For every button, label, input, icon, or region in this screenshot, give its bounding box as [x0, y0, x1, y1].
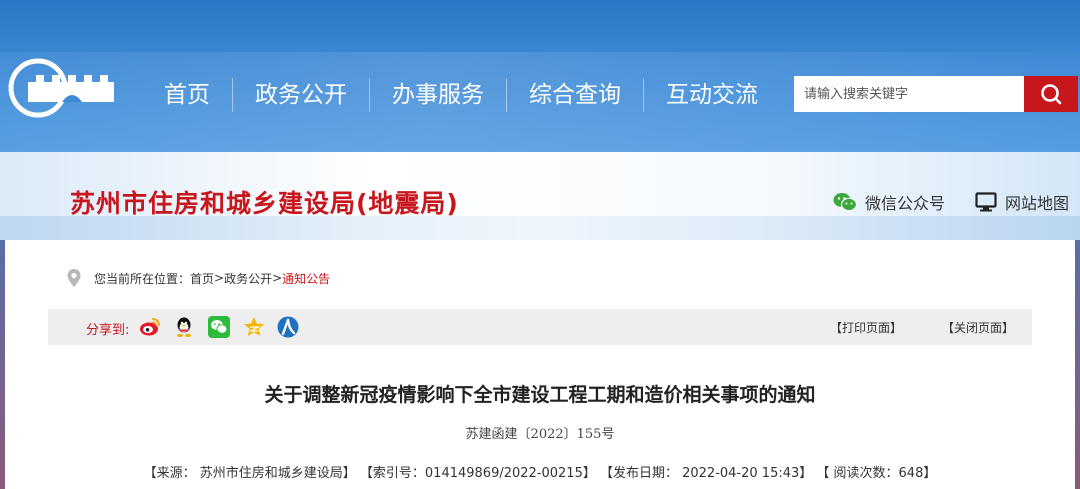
- article-title: 关于调整新冠疫情影响下全市建设工程工期和造价相关事项的通知: [264, 384, 816, 406]
- sitemap-link[interactable]: 网站地图: [975, 190, 1069, 214]
- breadcrumb-prefix: 您当前所在位置：: [94, 271, 191, 286]
- site-title: 苏州市住房和城乡建设局(地震局): [70, 189, 459, 218]
- breadcrumb-separator: >: [214, 271, 225, 285]
- sitemap-label: 网站地图: [1005, 194, 1070, 213]
- wechat-share-icon[interactable]: [208, 316, 230, 338]
- breadcrumb-current[interactable]: 通知公告: [282, 270, 330, 287]
- qzone-icon[interactable]: [243, 316, 265, 338]
- close-page-button[interactable]: 【关闭页面】: [942, 319, 1014, 336]
- renren-icon[interactable]: [277, 316, 299, 338]
- right-background-strip: [1075, 240, 1080, 489]
- article-meta: 【来源： 苏州市住房和城乡建设局】 【索引号：014149869/2022-00…: [143, 466, 937, 481]
- nav-services[interactable]: 办事服务: [370, 78, 507, 112]
- document-number: 苏建函建〔2022〕155号: [465, 427, 615, 442]
- wechat-account-label: 微信公众号: [865, 194, 946, 213]
- share-label: 分享到:: [86, 323, 130, 338]
- nav-home[interactable]: 首页: [142, 78, 233, 112]
- nav-interaction[interactable]: 互动交流: [644, 78, 780, 112]
- main-nav: 首页 政务公开 办事服务 综合查询 互动交流: [142, 78, 780, 112]
- search-input[interactable]: [794, 76, 1024, 112]
- print-page-button[interactable]: 【打印页面】: [830, 319, 902, 336]
- wechat-account-link[interactable]: 微信公众号: [833, 190, 945, 214]
- nav-query[interactable]: 综合查询: [507, 78, 644, 112]
- location-pin-icon: [67, 269, 81, 287]
- search-icon: [1041, 84, 1062, 105]
- search-bar: [794, 76, 1078, 112]
- weibo-icon[interactable]: [139, 316, 161, 338]
- search-button[interactable]: [1024, 76, 1078, 112]
- site-logo[interactable]: [6, 58, 122, 118]
- qq-icon[interactable]: [173, 316, 195, 338]
- breadcrumb-separator: >: [272, 271, 283, 285]
- wechat-icon: [833, 193, 857, 212]
- monitor-icon: [975, 192, 997, 212]
- nav-government-affairs[interactable]: 政务公开: [233, 78, 370, 112]
- breadcrumb: 您当前所在位置： 首页 > 政务公开 > 通知公告: [66, 268, 330, 288]
- breadcrumb-home[interactable]: 首页: [190, 270, 214, 287]
- breadcrumb-section[interactable]: 政务公开: [224, 270, 272, 287]
